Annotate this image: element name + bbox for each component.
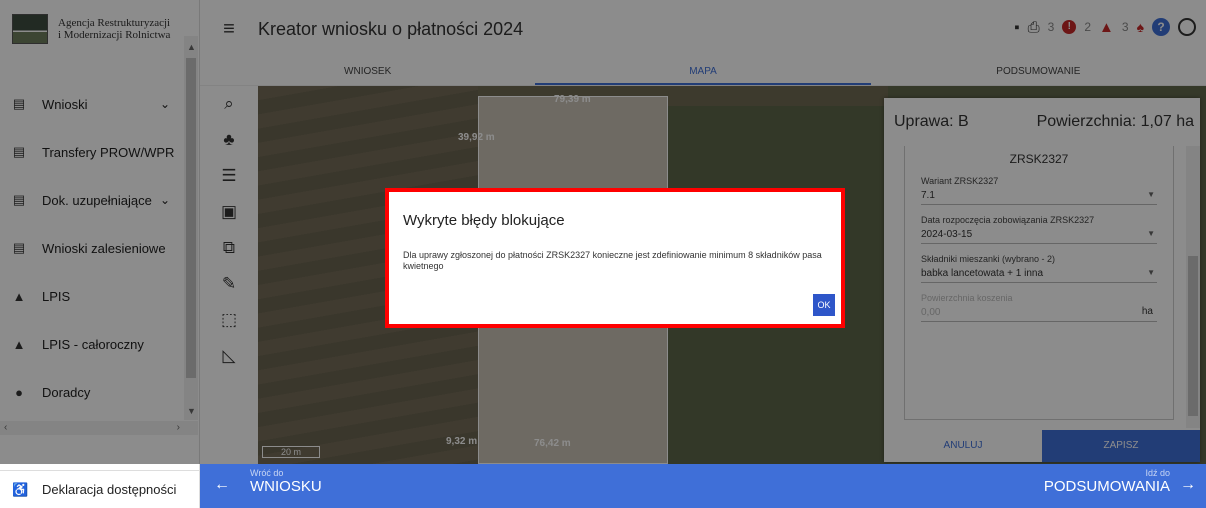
arrow-right-icon[interactable]: → (1180, 476, 1196, 494)
bottom-navigation: ← Wróć do WNIOSKU Idź do PODSUMOWANIA → (200, 464, 1206, 508)
ok-button[interactable]: OK (813, 294, 835, 316)
back-caption: Wróć do (250, 468, 284, 478)
next-caption: Idź do (1145, 468, 1170, 478)
back-to-application-button[interactable]: Wróć do WNIOSKU (250, 468, 322, 495)
accessibility-icon: ♿ (12, 481, 29, 497)
sidebar-footer-label: Deklaracja dostępności (42, 482, 177, 497)
error-dialog: Wykryte błędy blokujące Dla uprawy zgłos… (385, 188, 845, 328)
sidebar-item-deklaracja[interactable]: ♿ Deklaracja dostępności (0, 470, 200, 508)
back-label: WNIOSKU (250, 478, 322, 495)
next-label: PODSUMOWANIA (1043, 478, 1170, 495)
dialog-title: Wykryte błędy blokujące (403, 212, 565, 229)
dialog-message: Dla uprawy zgłoszonej do płatności ZRSK2… (403, 250, 822, 271)
go-to-summary-button[interactable]: Idź do PODSUMOWANIA (1044, 468, 1170, 495)
arrow-left-icon[interactable]: ← (214, 476, 230, 494)
